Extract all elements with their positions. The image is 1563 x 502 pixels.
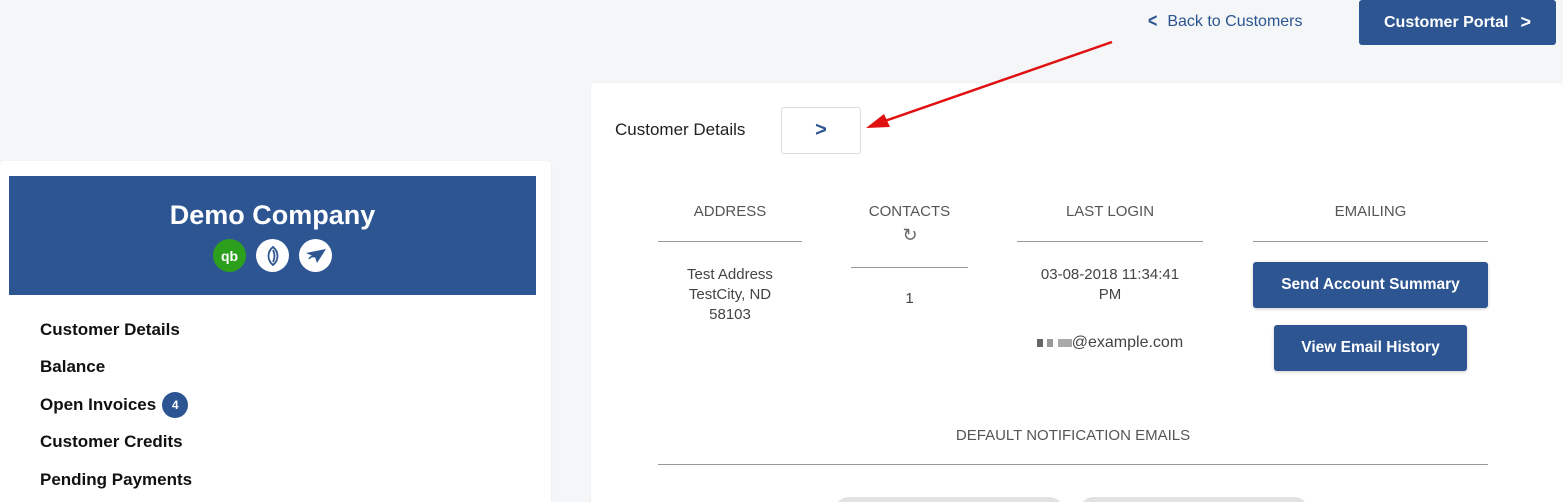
back-to-customers-link[interactable]: < Back to Customers	[1148, 10, 1303, 34]
nav-item-label: Open Invoices	[40, 394, 157, 414]
address-line: TestCity, ND	[688, 286, 772, 303]
redacted-text	[1036, 338, 1043, 347]
contacts-column-header: CONTACTS	[868, 203, 951, 220]
bird-icon[interactable]	[299, 239, 332, 272]
divider	[658, 464, 1488, 465]
last-login-line: 03-08-2018 11:34:41	[1040, 266, 1180, 283]
customer-details-title: Customer Details	[615, 120, 746, 139]
address-column-header: ADDRESS	[693, 203, 767, 220]
divider	[1253, 241, 1488, 242]
nav-item-pending-payments[interactable]: Pending Payments	[40, 461, 192, 499]
address-value: Test Address TestCity, ND 58103	[658, 265, 802, 325]
default-notification-emails-header: DEFAULT NOTIFICATION EMAILS	[955, 427, 1191, 444]
expand-details-button[interactable]: >	[781, 107, 861, 154]
last-login-line: PM	[1098, 286, 1122, 303]
divider	[658, 241, 802, 242]
address-line: Test Address	[687, 266, 773, 283]
emailing-column-header: EMAILING	[1334, 203, 1407, 220]
view-email-history-label: View Email History	[1301, 339, 1440, 356]
top-bar: < Back to Customers Customer Portal >	[0, 0, 1563, 56]
redacted-text	[1047, 338, 1054, 347]
divider	[1017, 241, 1203, 242]
notification-email-chip[interactable]	[1079, 497, 1309, 502]
customer-nav: Customer Details Balance Open Invoices 4 …	[40, 311, 192, 499]
chevron-left-icon: <	[1148, 11, 1158, 32]
address-line: 58103	[709, 306, 751, 323]
company-header: Demo Company qb	[9, 176, 536, 295]
customer-details-card: Customer Details > ADDRESS CONTACTS ↻ LA…	[591, 83, 1563, 502]
leaf-icon[interactable]	[256, 239, 289, 272]
customer-portal-button[interactable]: Customer Portal >	[1359, 0, 1556, 45]
send-account-summary-button[interactable]: Send Account Summary	[1253, 262, 1488, 308]
nav-item-customer-credits[interactable]: Customer Credits	[40, 424, 192, 462]
divider	[851, 267, 968, 268]
email-domain: @example.com	[1071, 334, 1184, 351]
integration-icons: qb	[9, 239, 536, 272]
quickbooks-icon[interactable]: qb	[213, 239, 246, 272]
nav-item-open-invoices[interactable]: Open Invoices 4	[40, 386, 192, 424]
send-account-summary-label: Send Account Summary	[1281, 276, 1460, 293]
nav-item-balance[interactable]: Balance	[40, 349, 192, 387]
nav-item-label: Balance	[40, 357, 106, 377]
contact-email: @example.com	[1017, 333, 1203, 353]
last-login-value: 03-08-2018 11:34:41 PM	[1017, 265, 1203, 305]
nav-item-label: Pending Payments	[40, 469, 193, 489]
nav-item-customer-details[interactable]: Customer Details	[40, 311, 192, 349]
customer-sidebar-card: Demo Company qb Customer Details Balance…	[0, 161, 551, 502]
company-name: Demo Company	[169, 200, 376, 230]
customer-portal-label: Customer Portal	[1384, 13, 1509, 31]
redacted-text	[1057, 338, 1072, 347]
contacts-count: 1	[905, 290, 914, 307]
nav-item-label: Customer Credits	[40, 432, 183, 452]
chevron-right-icon: >	[815, 119, 827, 141]
open-invoices-count-badge: 4	[162, 391, 189, 418]
back-link-label: Back to Customers	[1167, 13, 1303, 30]
refresh-icon[interactable]: ↻	[900, 225, 920, 246]
chevron-right-icon: >	[1520, 12, 1531, 32]
last-login-column-header: LAST LOGIN	[1065, 203, 1155, 220]
nav-item-label: Customer Details	[40, 319, 180, 339]
view-email-history-button[interactable]: View Email History	[1274, 325, 1467, 371]
notification-email-chip[interactable]	[834, 497, 1064, 502]
